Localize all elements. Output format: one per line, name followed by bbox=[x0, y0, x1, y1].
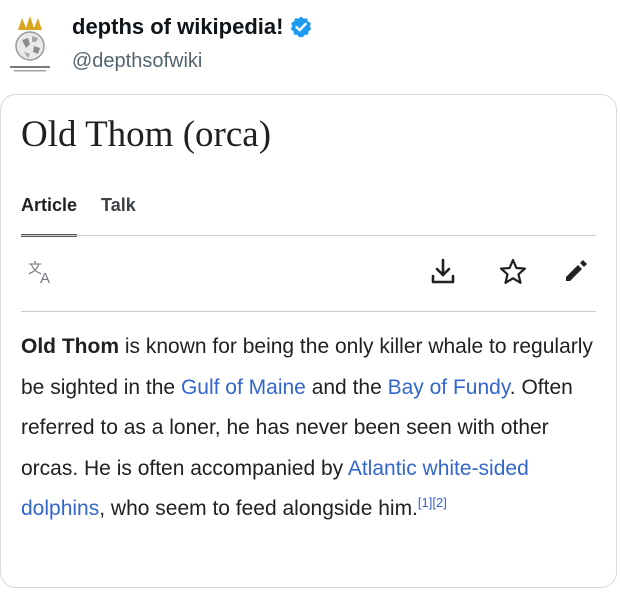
display-name-row: depths of wikipedia! bbox=[72, 12, 313, 42]
download-icon[interactable] bbox=[428, 257, 458, 287]
divider bbox=[21, 235, 596, 236]
divider bbox=[21, 311, 596, 312]
verified-badge-icon bbox=[289, 15, 313, 39]
wikipedia-card[interactable]: Old Thom (orca) Article Talk 文 A Old Tho… bbox=[0, 94, 617, 588]
article-tabs: Article Talk bbox=[21, 195, 160, 237]
handle[interactable]: @depthsofwiki bbox=[72, 50, 202, 73]
wikipedia-globe-icon bbox=[10, 16, 50, 72]
link-gulf-of-maine[interactable]: Gulf of Maine bbox=[181, 376, 306, 399]
body-text: , who seem to feed alongside him. bbox=[99, 497, 418, 521]
language-icon[interactable]: 文 A bbox=[27, 257, 57, 287]
edit-icon[interactable] bbox=[562, 257, 590, 285]
body-text: and the bbox=[305, 375, 388, 399]
tab-article[interactable]: Article bbox=[21, 195, 78, 237]
display-name[interactable]: depths of wikipedia! bbox=[72, 14, 283, 40]
svg-text:A: A bbox=[40, 270, 50, 287]
article-toolbar: 文 A bbox=[21, 251, 596, 291]
article-subject: Old Thom bbox=[21, 335, 119, 358]
star-icon[interactable] bbox=[498, 257, 528, 287]
avatar[interactable] bbox=[8, 12, 58, 76]
article-title: Old Thom (orca) bbox=[21, 114, 272, 155]
tweet-header: depths of wikipedia! @depthsofwiki bbox=[8, 6, 608, 84]
link-bay-of-fundy[interactable]: Bay of Fundy bbox=[388, 376, 510, 399]
reference-links[interactable]: [1][2] bbox=[418, 495, 447, 510]
tab-talk[interactable]: Talk bbox=[101, 195, 136, 228]
article-body: Old Thom is known for being the only kil… bbox=[21, 327, 599, 530]
